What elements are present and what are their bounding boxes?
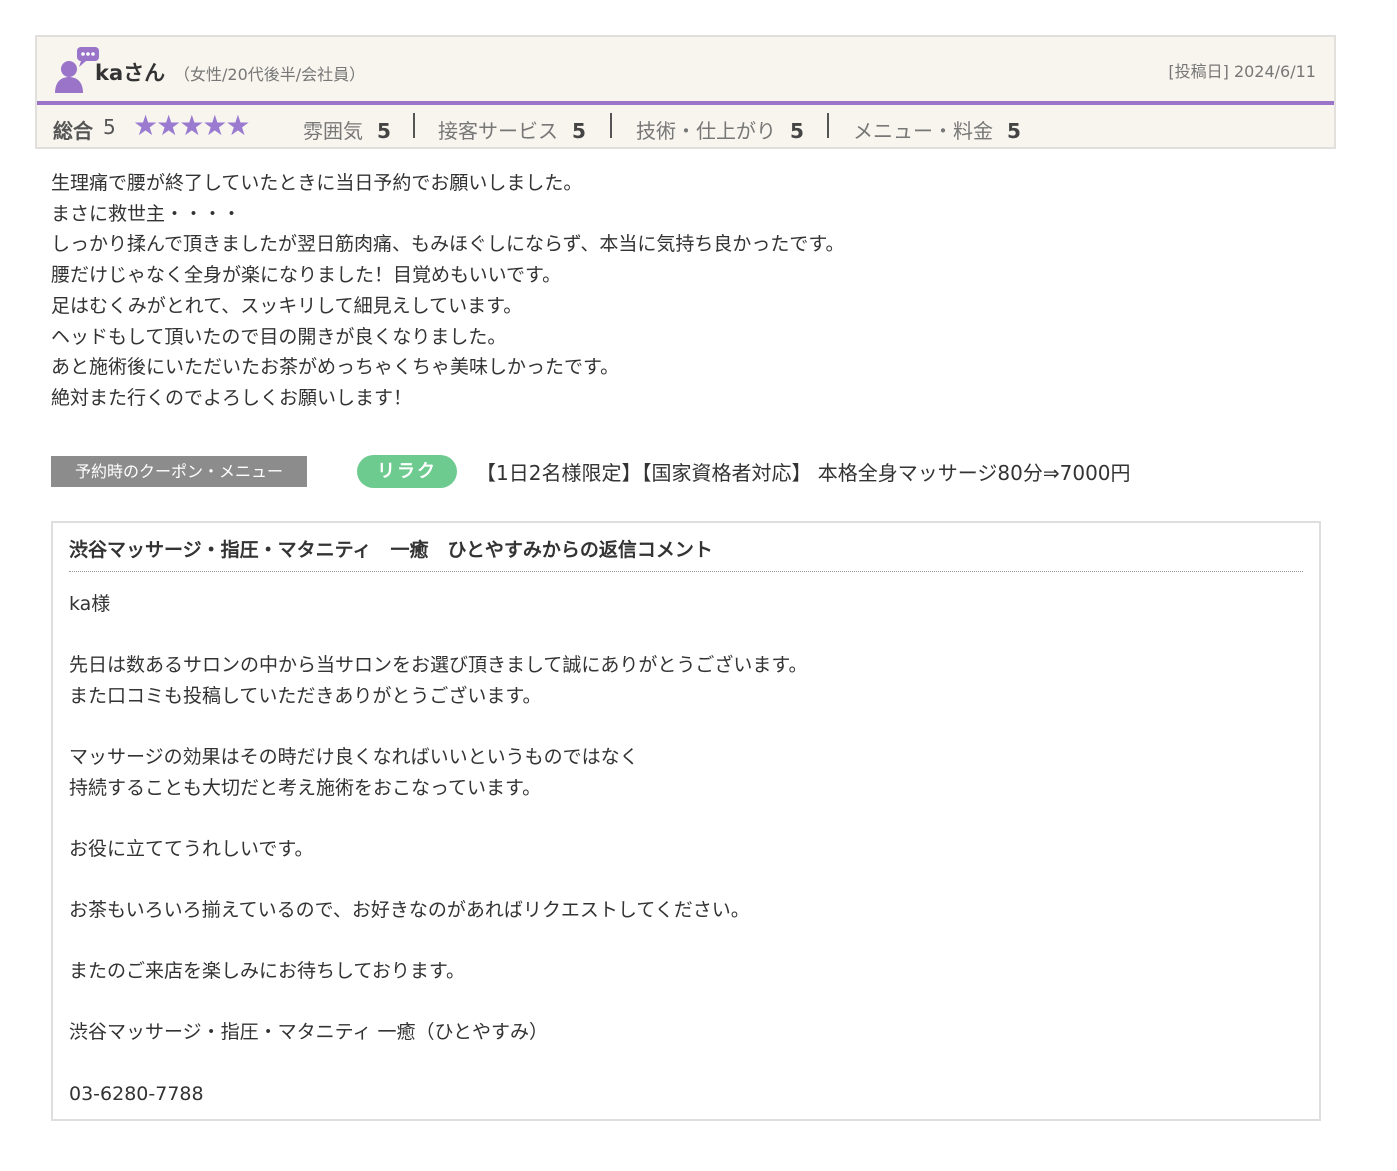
- separator: [610, 113, 612, 138]
- rating-category-atmosphere: 雰囲気 5: [303, 115, 391, 144]
- reply-line: [69, 1048, 808, 1079]
- coupon-label: 予約時のクーポン・メニュー: [51, 456, 307, 487]
- review-line: あと施術後にいただいたお茶がめっちゃくちゃ美味しかったです。: [51, 356, 620, 379]
- salon-reply: 渋谷マッサージ・指圧・マタニティ 一癒 ひとやすみからの返信コメント ka様 先…: [51, 521, 1321, 1121]
- category-label: メニュー・料金: [853, 119, 993, 143]
- review-header: kaさん （女性/20代後半/会社員） [投稿日] 2024/6/11 総合 5…: [35, 35, 1336, 149]
- overall-label: 総合: [53, 119, 93, 143]
- coupon-menu-link[interactable]: 【1日2名様限定】【国家資格者対応】 本格全身マッサージ80分⇒7000円: [476, 457, 1131, 486]
- category-label: 雰囲気: [303, 119, 363, 143]
- category-score: 5: [1007, 119, 1021, 143]
- review-line: まさに救世主・・・・: [51, 202, 242, 225]
- review-line: しっかり揉んで頂きましたが翌日筋肉痛、もみほぐしにならず、本当に気持ち良かったで…: [51, 233, 845, 256]
- category-label: 技術・仕上がり: [636, 119, 776, 143]
- reply-line: お役に立ててうれしいです。: [69, 837, 314, 860]
- separator: [827, 113, 829, 138]
- reply-text: ka様 先日は数あるサロンの中から当サロンをお選び頂きまして誠にありがとうござい…: [69, 589, 808, 1109]
- reply-title: 渋谷マッサージ・指圧・マタニティ 一癒 ひとやすみからの返信コメント: [69, 539, 713, 561]
- reply-line: お茶もいろいろ揃えているので、お好きなのがあればリクエストしてください。: [69, 898, 750, 921]
- category-score: 5: [377, 119, 391, 143]
- reply-line: [69, 620, 808, 651]
- reply-line: [69, 926, 808, 957]
- star-rating-icon: ★★★★★: [133, 109, 251, 142]
- rating-category-technique: 技術・仕上がり 5: [636, 115, 804, 144]
- header-divider: [37, 101, 1334, 105]
- overall-score: 5: [103, 115, 116, 139]
- rating-category-service: 接客サービス 5: [438, 115, 586, 144]
- review-line: ヘッドもして頂いたので目の開きが良くなりました。: [51, 325, 507, 348]
- reply-line: [69, 864, 808, 895]
- reply-line: 渋谷マッサージ・指圧・マタニティ 一癒（ひとやすみ）: [69, 1021, 548, 1044]
- reply-line: ka様: [69, 593, 111, 615]
- reviewer-name: kaさん: [95, 61, 166, 85]
- review-line: 生理痛で腰が終了していたときに当日予約でお願いしました。: [51, 172, 583, 194]
- reply-line: [69, 803, 808, 834]
- reviewer-info: kaさん （女性/20代後半/会社員） [投稿日] 2024/6/11: [37, 37, 1334, 103]
- review-line: 絶対また行くのでよろしくお願いします！: [51, 386, 413, 409]
- coupon-category-tag: リラク: [357, 455, 457, 488]
- post-date: [投稿日] 2024/6/11: [1168, 62, 1316, 81]
- reply-phone: 03-6280-7788: [69, 1082, 204, 1105]
- rating-category-price: メニュー・料金 5: [853, 115, 1021, 144]
- review-line: 足はむくみがとれて、スッキリして細見えしています。: [51, 294, 523, 317]
- separator: [413, 113, 415, 138]
- review-line: 腰だけじゃなく全身が楽になりました！目覚めもいいです。: [51, 264, 562, 287]
- reply-line: [69, 987, 808, 1018]
- category-score: 5: [572, 119, 586, 143]
- review-text: 生理痛で腰が終了していたときに当日予約でお願いしました。 まさに救世主・・・・ …: [51, 168, 844, 414]
- reply-line: またのご来店を楽しみにお待ちしております。: [69, 960, 465, 983]
- reply-line: 先日は数あるサロンの中から当サロンをお選び頂きまして誠にありがとうございます。: [69, 654, 808, 677]
- reply-line: また口コミも投稿していただきありがとうございます。: [69, 684, 542, 707]
- reviewer-attributes: （女性/20代後半/会社員）: [174, 65, 366, 84]
- rating-row: 総合 5 ★★★★★ 雰囲気 5 接客サービス 5 技術・仕上がり 5 メニュー・料金…: [53, 109, 1334, 144]
- category-score: 5: [790, 119, 804, 143]
- reply-divider: [69, 571, 1303, 572]
- category-label: 接客サービス: [438, 119, 558, 143]
- reply-line: 持続することも大切だと考え施術をおこなっています。: [69, 776, 542, 799]
- reply-line: マッサージの効果はその時だけ良くなればいいというものではなく: [69, 745, 639, 768]
- reply-line: [69, 711, 808, 742]
